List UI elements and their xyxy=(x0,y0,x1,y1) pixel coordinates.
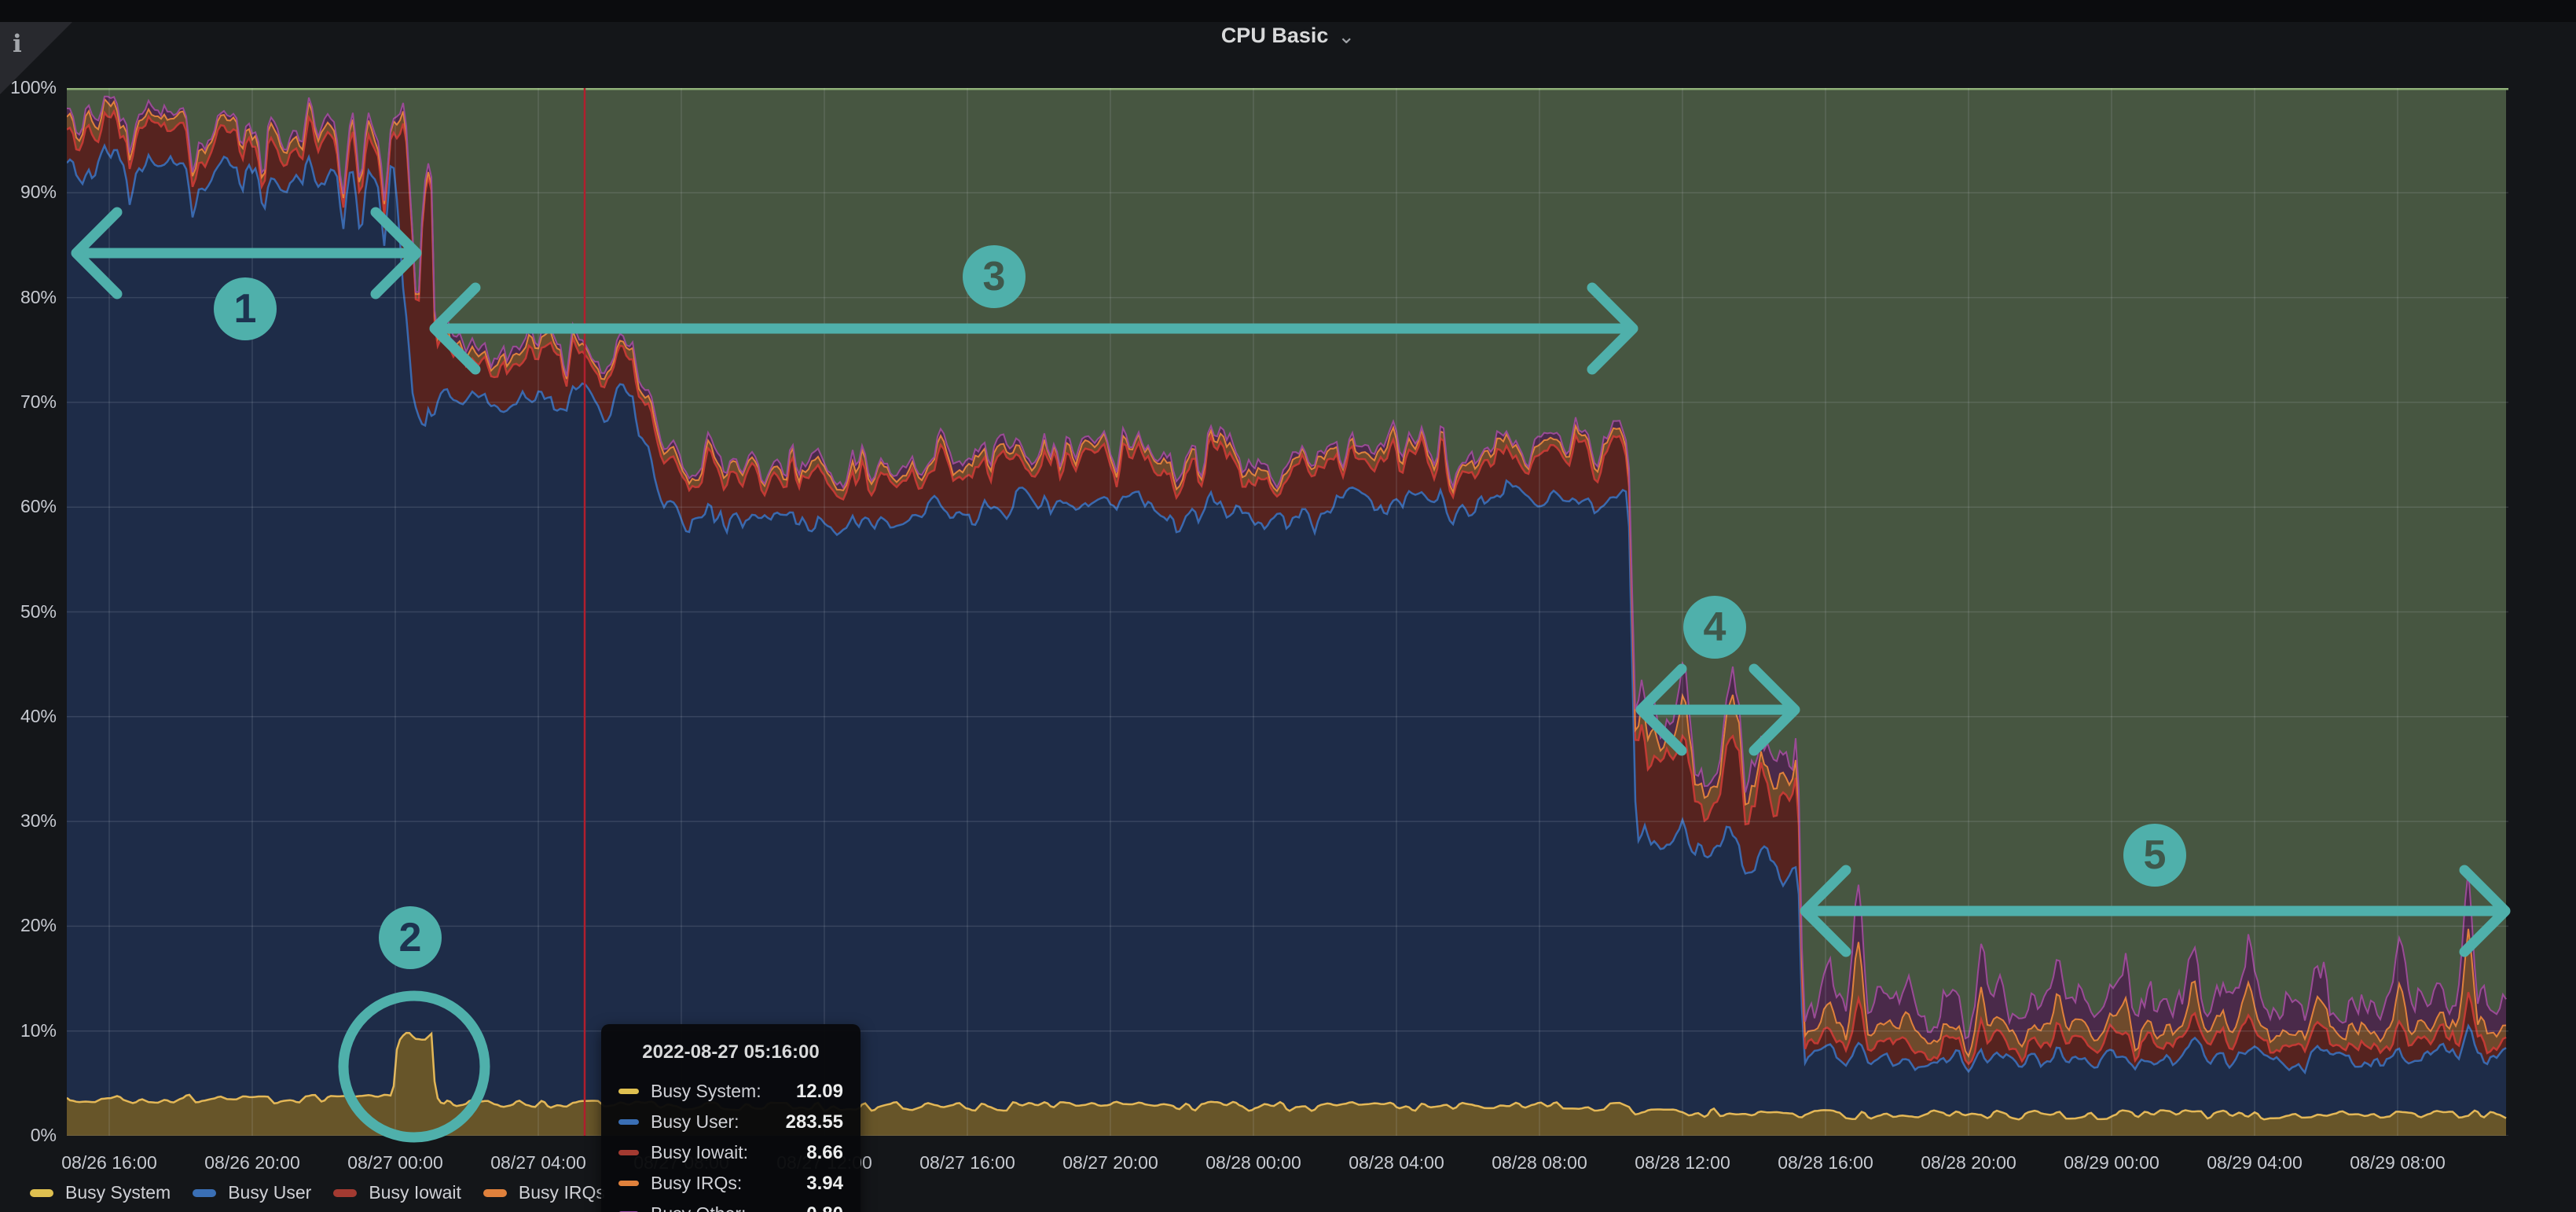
tooltip-row: Busy Other: 0.80 xyxy=(618,1199,843,1212)
y-axis-label: 40% xyxy=(0,706,57,727)
y-axis-label: 50% xyxy=(0,601,57,623)
hover-tooltip: 2022-08-27 05:16:00 Busy System:12.09Bus… xyxy=(601,1024,861,1212)
x-axis-label: 08/28 04:00 xyxy=(1349,1152,1444,1173)
series-swatch-icon xyxy=(618,1119,639,1125)
tooltip-series-label: Busy System: xyxy=(651,1081,761,1102)
y-axis-label: 70% xyxy=(0,391,57,413)
tooltip-series-value: 8.66 xyxy=(806,1142,843,1164)
legend-swatch-icon xyxy=(193,1189,216,1197)
y-axis-label: 80% xyxy=(0,287,57,308)
tooltip-series-value: 12.09 xyxy=(796,1081,843,1103)
legend-item-busy-iowait[interactable]: Busy Iowait xyxy=(333,1182,461,1203)
tooltip-row: Busy IRQs: 3.94 xyxy=(618,1168,843,1199)
panel-title: CPU Basic xyxy=(1221,24,1329,48)
legend: Busy System Busy User Busy Iowait Busy IRQs xyxy=(30,1182,605,1203)
tooltip-series-value: 3.94 xyxy=(806,1173,843,1195)
tooltip-series-value: 283.55 xyxy=(786,1111,843,1133)
x-axis-label: 08/29 08:00 xyxy=(2350,1152,2446,1173)
legend-swatch-icon xyxy=(30,1189,53,1197)
tooltip-series-label: Busy User: xyxy=(651,1111,739,1133)
grafana-panel-cpu-basic: CPU Basic ⌄ i 100% 90% 80% 70% 60% 50% 40% 30% 2… xyxy=(0,0,2576,1212)
tooltip-timestamp: 2022-08-27 05:16:00 xyxy=(618,1041,843,1063)
series-swatch-icon xyxy=(618,1089,639,1094)
x-axis-label: 08/27 00:00 xyxy=(347,1152,443,1173)
x-axis-label: 08/27 04:00 xyxy=(490,1152,586,1173)
tooltip-series-label: Busy Other: xyxy=(651,1203,746,1212)
x-axis-label: 08/29 04:00 xyxy=(2207,1152,2303,1173)
chevron-down-icon: ⌄ xyxy=(1338,32,1355,40)
tooltip-row: Busy User: 283.55 xyxy=(618,1107,843,1137)
x-axis-label: 08/28 00:00 xyxy=(1205,1152,1301,1173)
x-axis-label: 08/29 00:00 xyxy=(2064,1152,2160,1173)
x-axis-label: 08/28 12:00 xyxy=(1635,1152,1730,1173)
x-axis-label: 08/27 20:00 xyxy=(1062,1152,1158,1173)
tooltip-row: Busy Iowait: 8.66 xyxy=(618,1137,843,1168)
series-swatch-icon xyxy=(618,1181,639,1186)
x-axis-label: 08/28 20:00 xyxy=(1921,1152,2016,1173)
tooltip-series-value: 0.80 xyxy=(806,1203,843,1212)
legend-label: Busy System xyxy=(65,1182,171,1203)
y-axis-label: 30% xyxy=(0,810,57,832)
legend-label: Busy Iowait xyxy=(369,1182,461,1203)
cpu-usage-chart[interactable] xyxy=(67,88,2508,1136)
legend-item-busy-system[interactable]: Busy System xyxy=(30,1182,171,1203)
x-axis-label: 08/28 16:00 xyxy=(1778,1152,1873,1173)
y-axis-label: 10% xyxy=(0,1020,57,1041)
series-swatch-icon xyxy=(618,1150,639,1155)
tooltip-series-label: Busy Iowait: xyxy=(651,1142,748,1163)
x-axis-label: 08/26 16:00 xyxy=(61,1152,157,1173)
x-axis-label: 08/26 20:00 xyxy=(204,1152,300,1173)
y-axis-label: 100% xyxy=(0,77,57,98)
legend-label: Busy IRQs xyxy=(519,1182,605,1203)
legend-swatch-icon xyxy=(483,1189,507,1197)
legend-label: Busy User xyxy=(228,1182,311,1203)
x-axis-label: 08/27 16:00 xyxy=(919,1152,1015,1173)
y-axis-label: 0% xyxy=(0,1125,57,1146)
y-axis-label: 20% xyxy=(0,915,57,936)
panel-title-menu[interactable]: CPU Basic ⌄ xyxy=(1221,24,1355,48)
panel-header: CPU Basic ⌄ xyxy=(0,24,2576,48)
legend-item-busy-user[interactable]: Busy User xyxy=(193,1182,311,1203)
x-axis-label: 08/28 08:00 xyxy=(1492,1152,1587,1173)
legend-swatch-icon xyxy=(333,1189,357,1197)
y-axis-label: 90% xyxy=(0,182,57,203)
tooltip-row: Busy System: 12.09 xyxy=(618,1076,843,1107)
top-strip xyxy=(0,0,2576,22)
legend-item-busy-irqs[interactable]: Busy IRQs xyxy=(483,1182,605,1203)
y-axis-label: 60% xyxy=(0,496,57,517)
tooltip-series-label: Busy IRQs: xyxy=(651,1173,742,1194)
info-icon: i xyxy=(13,30,22,58)
